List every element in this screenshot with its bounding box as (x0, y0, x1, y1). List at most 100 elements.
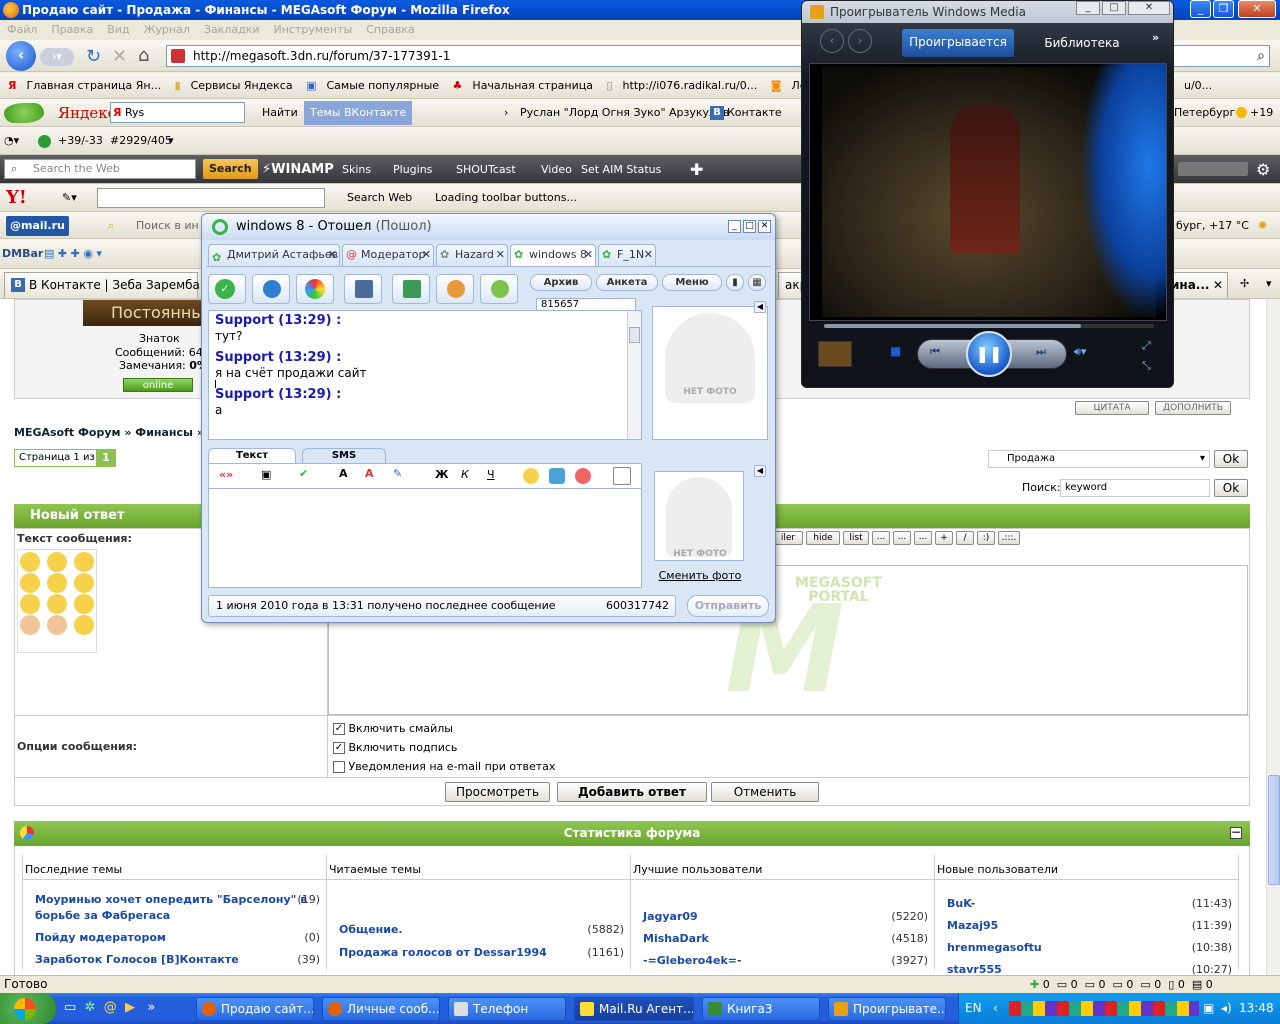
menu-view[interactable]: Вид (100, 23, 136, 36)
dmbar-logo[interactable]: DMBar (2, 239, 43, 268)
smiley-icon[interactable] (74, 615, 94, 635)
search-ok-button[interactable]: Ok (1214, 479, 1248, 497)
wmp-back-button[interactable]: ‹ (820, 29, 844, 53)
bb-slash[interactable]: / (956, 531, 974, 545)
pencil-icon[interactable]: ✎▾ (62, 184, 77, 211)
bb-hide[interactable]: hide (806, 531, 840, 545)
alarm-icon[interactable] (575, 468, 591, 484)
tab-text[interactable]: Текст (208, 448, 296, 463)
smiley-icon[interactable] (20, 594, 40, 614)
new-tab-icon[interactable]: ✢ (1240, 269, 1249, 298)
page-1[interactable]: 1 (96, 449, 116, 467)
crumb-finance[interactable]: Финансы (135, 426, 193, 439)
more-icon[interactable]: » (147, 1000, 155, 1015)
settings-icon[interactable] (613, 467, 631, 485)
mailru-search[interactable]: Поиск в ин (136, 212, 199, 238)
language-indicator[interactable]: EN (965, 993, 982, 1024)
network-icon[interactable]: ▣ (1203, 993, 1214, 1024)
smiles-checkbox[interactable]: ✓ (333, 723, 345, 735)
smiley-icon[interactable] (47, 615, 67, 635)
chat-scrollbar[interactable] (627, 311, 641, 439)
wmp-more-icon[interactable]: » (1152, 31, 1159, 44)
smiley-icon[interactable] (20, 573, 40, 593)
volume-tray-icon[interactable]: ◂) (1221, 993, 1232, 1024)
menu-tools[interactable]: Инструменты (267, 23, 360, 36)
winamp-controls[interactable] (1178, 162, 1248, 176)
scrollbar-thumb[interactable] (1268, 775, 1280, 885)
append-button[interactable]: ДОПОЛНИТЬ (1155, 401, 1231, 415)
task-phone[interactable]: Телефон (448, 997, 566, 1021)
spellcheck-icon[interactable]: ✔ (299, 467, 308, 480)
cancel-button[interactable]: Отменить (711, 782, 819, 802)
font-icon[interactable]: ▣ (261, 468, 271, 481)
tab-active[interactable]: ина... ✕ (1166, 272, 1228, 298)
highlight-icon[interactable]: ✎ (393, 467, 402, 480)
news-ticker[interactable]: Руслан "Лорд Огня Зуко" Арзукулов (520, 99, 729, 126)
agent-tab-3[interactable]: ✿ Hazard ✕ (436, 244, 508, 266)
media-icon[interactable]: ▶ (125, 1000, 135, 1015)
app-icon[interactable]: ✲ (85, 1000, 96, 1015)
agent-tab-2[interactable]: @ Модератор ✕ (342, 244, 434, 266)
sms-icon[interactable] (480, 274, 518, 304)
bb-more-1[interactable]: ... (872, 531, 890, 545)
mailru-logo[interactable]: @mail.ru (6, 216, 69, 236)
user-link[interactable]: Jagyar09 (643, 910, 698, 923)
bb-more-3[interactable]: ... (914, 531, 932, 545)
menu-button[interactable]: Меню (662, 274, 722, 291)
topic-link[interactable]: Продажа голосов от Dessar1994 (339, 946, 547, 959)
forward-button[interactable]: ›▾ (40, 48, 74, 66)
wmp-close-button[interactable]: ✕ (1128, 1, 1170, 15)
back-button[interactable]: ‹ (6, 41, 36, 71)
collapse-arrow-icon[interactable]: ◀ (754, 465, 766, 477)
smiley-icon[interactable] (47, 594, 67, 614)
bb-dots[interactable]: .:::. (998, 531, 1020, 545)
minimize-button[interactable]: _ (1190, 0, 1211, 18)
web-search-button[interactable]: Search (203, 159, 258, 179)
text-format-icon[interactable]: A (339, 467, 348, 480)
counter-dropdown-icon[interactable]: ▾ (168, 127, 174, 154)
bb-smile[interactable]: :) (977, 531, 995, 545)
tab-sms[interactable]: SMS (302, 448, 386, 463)
yahoo-logo[interactable]: Y! (6, 184, 27, 211)
preview-button[interactable]: Просмотреть (445, 782, 550, 802)
add-reply-button[interactable]: Добавить ответ (557, 782, 707, 802)
bookmark-2[interactable]: Сервисы Яндекса (187, 79, 299, 92)
bookmark-1[interactable]: Главная страница Ян... (22, 79, 167, 92)
start-button[interactable] (0, 993, 56, 1024)
jump-ok-button[interactable]: Ok (1214, 450, 1248, 468)
wmp-maximize-button[interactable]: □ (1102, 1, 1126, 15)
tray-icons[interactable] (1009, 1001, 1199, 1016)
switch-view-icon[interactable]: ⤡ (1142, 359, 1151, 373)
winamp-plugins[interactable]: Plugins (393, 155, 432, 183)
agent-close-button[interactable]: ✕ (758, 220, 771, 233)
menu-bookmarks[interactable]: Закладки (197, 23, 267, 36)
smiley-icon[interactable] (47, 573, 67, 593)
agent-maximize-button[interactable]: □ (743, 220, 756, 233)
topic-link[interactable]: Заработок Голосов [B]Контакте (35, 953, 239, 966)
status-button[interactable]: ✓ (208, 274, 246, 304)
previous-button[interactable]: ⏮ (930, 345, 940, 359)
email-checkbox[interactable] (333, 761, 345, 773)
italic-button[interactable]: К (461, 468, 469, 481)
gear-icon[interactable]: ⚙ (1256, 155, 1270, 183)
agent-tab-4[interactable]: ✿ windows 8 ✕ (510, 244, 596, 266)
agent-tab-5[interactable]: ✿ F_1N ✕ (598, 244, 656, 266)
wmp-library-tab[interactable]: Библиотека (1032, 29, 1132, 57)
tv-icon[interactable] (549, 468, 565, 484)
yahoo-search-input[interactable] (97, 188, 325, 208)
forum-search-input[interactable]: keyword (1060, 479, 1210, 497)
smiley-icon[interactable] (20, 615, 40, 635)
menu-edit[interactable]: Правка (44, 23, 100, 36)
user-link[interactable]: BuK- (947, 897, 975, 910)
quote-format-button[interactable]: «» (219, 468, 233, 481)
smiley-icon[interactable] (20, 552, 40, 572)
transfer-icon[interactable] (392, 274, 430, 304)
smiley-icon[interactable] (74, 573, 94, 593)
task-mailru-agent[interactable]: Mail.Ru Агент... (574, 997, 694, 1021)
user-link[interactable]: -=Glebero4ek=- (643, 954, 742, 967)
topic-link[interactable]: борьбе за Фабрегаса (35, 909, 170, 922)
pin-icon[interactable]: ▮ (726, 274, 744, 291)
agent-minimize-button[interactable]: _ (728, 220, 741, 233)
winamp-shoutcast[interactable]: SHOUTcast (456, 155, 516, 183)
vk-themes-button[interactable]: Темы ВКонтакте (304, 101, 413, 125)
